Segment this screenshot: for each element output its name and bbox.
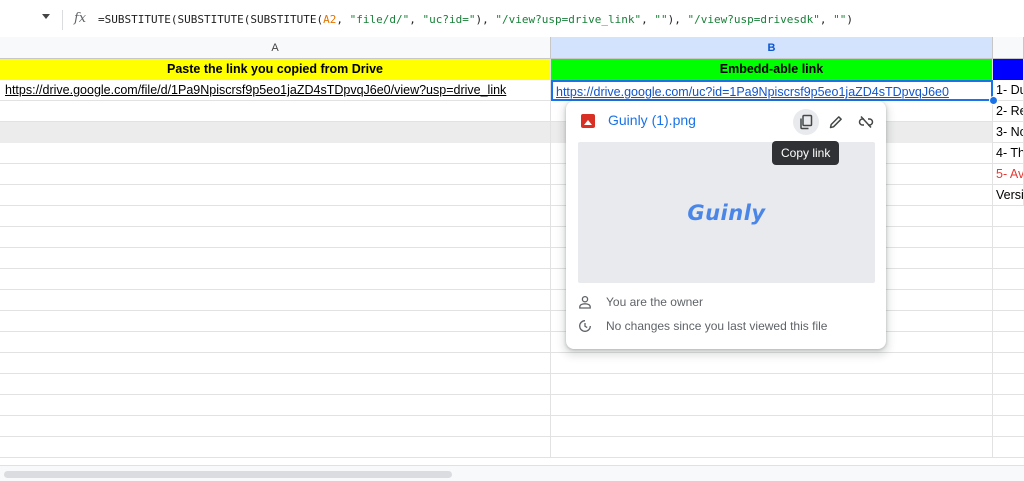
cell[interactable] [0, 437, 551, 458]
edit-link-button[interactable] [823, 109, 849, 135]
formula-text: , [819, 13, 834, 26]
copy-link-tooltip: Copy link [772, 141, 840, 165]
table-row: Paste the link you copied from Drive Emb… [0, 59, 1024, 80]
person-icon [579, 295, 591, 309]
formula-string: "file/d/" [349, 13, 410, 26]
copy-link-button[interactable] [793, 109, 819, 135]
owner-info: You are the owner [578, 293, 703, 311]
formula-text: , [409, 13, 423, 26]
table-row [0, 395, 1024, 416]
table-row [0, 353, 1024, 374]
cell-c1[interactable] [993, 59, 1024, 80]
cell[interactable] [0, 332, 551, 353]
cell[interactable] [0, 353, 551, 374]
table-row [0, 374, 1024, 395]
history-icon [579, 320, 591, 332]
cell-a2-link[interactable]: https://drive.google.com/file/d/1Pa9Npis… [0, 80, 551, 101]
table-row [0, 416, 1024, 437]
formula-cell-ref: A2 [323, 13, 337, 26]
cell-a5[interactable] [0, 143, 551, 164]
cell[interactable] [0, 290, 551, 311]
cell[interactable] [551, 416, 993, 437]
cell[interactable] [0, 311, 551, 332]
cell-a7[interactable] [0, 185, 551, 206]
cell-a4[interactable] [0, 122, 551, 143]
cell-b2-selected-link[interactable]: https://drive.google.com/uc?id=1Pa9Npisc… [551, 80, 993, 101]
cell[interactable] [0, 269, 551, 290]
formula-text: , [336, 13, 350, 26]
cell[interactable] [0, 227, 551, 248]
owner-text: You are the owner [606, 295, 703, 309]
formula-input[interactable]: =SUBSTITUTE(SUBSTITUTE(SUBSTITUTE(A2, "f… [98, 13, 853, 26]
file-name-link[interactable]: Guinly (1).png [608, 112, 696, 128]
cell-c7[interactable]: Versi [993, 185, 1024, 206]
table-row [0, 437, 1024, 458]
formula-string: "/view?usp=drivesdk" [687, 13, 820, 26]
cell[interactable] [551, 353, 993, 374]
column-header-a[interactable]: A [0, 37, 551, 59]
link-preview-card: Guinly (1).png Guinly You are the owner [566, 101, 886, 349]
formula-text: ) [846, 13, 854, 26]
fx-icon: fx [74, 11, 87, 26]
cell-a6[interactable] [0, 164, 551, 185]
cell[interactable] [551, 437, 993, 458]
formula-text: =SUBSTITUTE(SUBSTITUTE(SUBSTITUTE( [98, 13, 324, 26]
preview-logo: Guinly [687, 200, 766, 225]
cell-c5[interactable]: 4- Th [993, 143, 1024, 164]
column-header-b[interactable]: B [551, 37, 993, 59]
column-header-c[interactable] [993, 37, 1024, 59]
formula-text: ), [475, 13, 496, 26]
cell[interactable] [0, 248, 551, 269]
changes-info: No changes since you last viewed this fi… [578, 317, 827, 335]
table-row: https://drive.google.com/file/d/1Pa9Npis… [0, 80, 1024, 101]
unlink-icon [858, 115, 874, 129]
formula-bar-divider [62, 10, 63, 30]
formula-string: "/view?usp=drive_link" [495, 13, 642, 26]
formula-string: "" [833, 13, 847, 26]
formula-text: ), [667, 13, 688, 26]
cell-c6[interactable]: 5- Av [993, 164, 1024, 185]
image-file-icon [581, 114, 595, 128]
dropdown-arrow-icon[interactable] [42, 14, 50, 19]
cell[interactable] [0, 206, 551, 227]
formula-bar: fx =SUBSTITUTE(SUBSTITUTE(SUBSTITUTE(A2,… [0, 0, 1024, 41]
edit-pencil-icon [829, 116, 842, 129]
cell[interactable] [551, 374, 993, 395]
fill-handle[interactable] [989, 96, 998, 105]
remove-link-button[interactable] [853, 109, 879, 135]
formula-string: "uc?id=" [422, 13, 476, 26]
cell-c3[interactable]: 2- Re [993, 101, 1024, 122]
cell-c4[interactable]: 3- No [993, 122, 1024, 143]
cell[interactable] [551, 395, 993, 416]
cell-a1[interactable]: Paste the link you copied from Drive [0, 59, 551, 80]
formula-string: "" [654, 13, 668, 26]
horizontal-scrollbar[interactable] [0, 465, 1024, 481]
cell[interactable] [0, 374, 551, 395]
formula-text: , [641, 13, 655, 26]
copy-icon [800, 114, 813, 130]
cell-a3[interactable] [0, 101, 551, 122]
cell[interactable] [0, 416, 551, 437]
cell-b1[interactable]: Embedd-able link [551, 59, 993, 80]
cell[interactable] [0, 395, 551, 416]
scrollbar-thumb[interactable] [4, 471, 452, 478]
changes-text: No changes since you last viewed this fi… [606, 319, 828, 333]
